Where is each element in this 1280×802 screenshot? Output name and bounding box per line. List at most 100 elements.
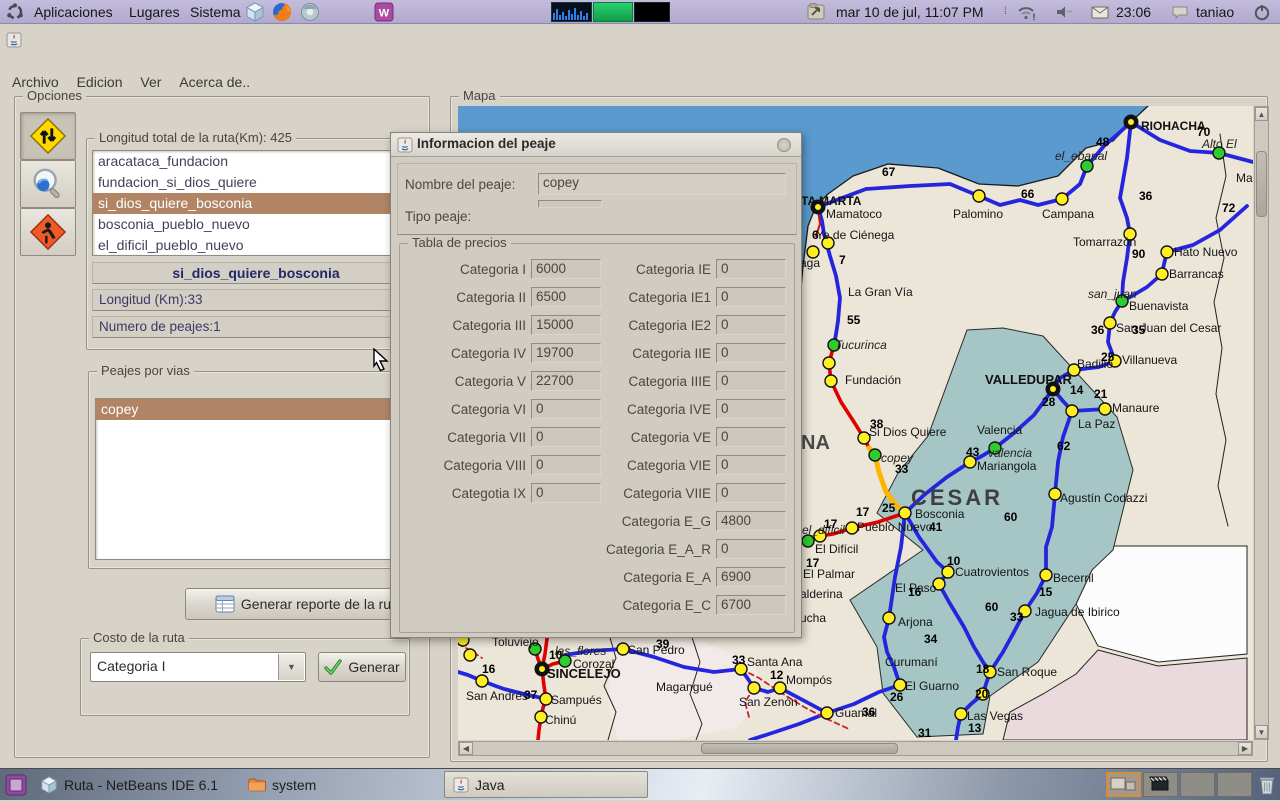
w-app-icon[interactable]: W	[374, 2, 394, 22]
trash-icon[interactable]	[1256, 773, 1278, 797]
taskbar-window-system[interactable]: system	[240, 771, 350, 798]
generate-report-button[interactable]: Generar reporte de la ru	[185, 588, 421, 620]
svg-text:14: 14	[1070, 383, 1084, 397]
scroll-left-button[interactable]: ◀	[459, 742, 473, 755]
route-segments-list[interactable]: aracataca_fundacion fundacion_si_dios_qu…	[92, 150, 420, 256]
package-cube-icon[interactable]	[245, 2, 265, 22]
menu-aplicaciones[interactable]: Aplicaciones	[30, 0, 117, 24]
mail-icon[interactable]	[1090, 2, 1110, 22]
workspace-3[interactable]	[1180, 772, 1215, 797]
price-row-label: Categoria IE1	[628, 290, 711, 305]
toll-tool-button[interactable]	[20, 208, 76, 256]
dialog-close-button[interactable]	[777, 138, 791, 152]
dialog-titlebar[interactable]: Informacion del peaje	[391, 133, 801, 157]
network-wifi-icon[interactable]: !	[1016, 2, 1036, 22]
price-row-label: Categoria I	[459, 262, 526, 277]
chat-bubble-icon[interactable]	[1170, 2, 1190, 22]
price-row-field[interactable]: 6900	[716, 567, 786, 587]
list-item-selected[interactable]: si_dios_quiere_bosconia	[93, 193, 419, 214]
menu-lugares[interactable]: Lugares	[125, 0, 184, 24]
price-row-label: Categoria IE	[635, 262, 711, 277]
show-desktop-button[interactable]	[5, 774, 27, 796]
vscroll-thumb[interactable]	[1256, 151, 1267, 217]
workspace-4[interactable]	[1217, 772, 1252, 797]
svg-text:Becerril: Becerril	[1053, 571, 1094, 585]
hscroll-thumb[interactable]	[701, 743, 898, 754]
price-row-field[interactable]: 0	[716, 343, 786, 363]
map-hscrollbar[interactable]: ◀ ▶	[458, 741, 1253, 756]
list-item[interactable]: bosconia_pueblo_nuevo	[93, 214, 419, 235]
toll-type-widget[interactable]	[538, 200, 602, 208]
distributor-logo-icon[interactable]	[5, 2, 25, 22]
price-row-field[interactable]: 0	[716, 427, 786, 447]
price-row-field[interactable]: 4800	[716, 511, 786, 531]
workspace-2[interactable]	[1143, 772, 1178, 797]
price-row-label: Categoria IVE	[626, 402, 711, 417]
svg-text:36: 36	[1091, 323, 1105, 337]
list-item[interactable]: aracataca_fundacion	[93, 151, 419, 172]
system-monitor-applet[interactable]	[551, 2, 592, 22]
search-tool-button[interactable]	[20, 160, 76, 208]
categoria-combobox[interactable]: Categoria I ▼	[90, 652, 306, 682]
price-row-field[interactable]: 0	[716, 483, 786, 503]
price-row-field[interactable]: 0	[716, 259, 786, 279]
svg-text:31: 31	[918, 726, 932, 740]
two-way-route-tool-button[interactable]	[20, 112, 76, 160]
clock-time[interactable]: 23:06	[1116, 0, 1151, 24]
browser-globe-icon[interactable]	[300, 2, 320, 22]
firefox-icon[interactable]	[272, 2, 292, 22]
combobox-dropdown-button[interactable]: ▼	[278, 654, 304, 680]
menu-sistema[interactable]: Sistema	[186, 0, 245, 24]
menu-ver[interactable]: Ver	[136, 71, 165, 93]
user-menu[interactable]: taniao	[1196, 0, 1234, 24]
green-monitor-applet[interactable]	[593, 2, 633, 22]
power-icon[interactable]	[1252, 2, 1272, 22]
svg-text:62: 62	[1057, 439, 1071, 453]
volume-muted-icon[interactable]	[1054, 2, 1074, 22]
list-item[interactable]: fundacion_si_dios_quiere	[93, 172, 419, 193]
svg-text:el_ebanal: el_ebanal	[1055, 149, 1107, 163]
generar-button-label: Generar	[348, 659, 400, 675]
workspace-1[interactable]	[1106, 772, 1141, 797]
price-table-group-label: Tabla de precios	[408, 235, 511, 250]
list-item[interactable]: el_dificil_pueblo_nuevo	[93, 235, 419, 255]
price-row-field[interactable]: 6700	[716, 595, 786, 615]
list-item-selected[interactable]: copey	[96, 399, 416, 420]
svg-text:Tomarrazón: Tomarrazón	[1073, 235, 1136, 249]
menu-acerca[interactable]: Acerca de..	[175, 71, 254, 93]
price-row-field[interactable]: 0	[716, 371, 786, 391]
price-row-field[interactable]: 0	[716, 287, 786, 307]
mouse-cursor	[372, 347, 392, 377]
taskbar-window-java[interactable]: Java	[444, 771, 648, 798]
price-row-label: Categoria VII	[447, 430, 526, 445]
svg-text:28: 28	[1042, 395, 1056, 409]
svg-text:48: 48	[1096, 135, 1110, 149]
svg-text:Curumaní: Curumaní	[885, 655, 938, 669]
map-vscrollbar[interactable]: ▲ ▼	[1254, 106, 1269, 740]
file-transfer-icon[interactable]	[806, 2, 826, 22]
svg-text:34: 34	[924, 632, 938, 646]
price-row-label: Categoria IIE	[632, 346, 711, 361]
svg-text:17: 17	[824, 517, 838, 531]
scroll-up-button[interactable]: ▲	[1255, 107, 1268, 121]
generar-button[interactable]: Generar	[318, 652, 406, 682]
svg-text:37: 37	[524, 688, 538, 702]
black-monitor-applet[interactable]	[634, 2, 670, 22]
scroll-right-button[interactable]: ▶	[1238, 742, 1252, 755]
taskbar-window-netbeans[interactable]: Ruta - NetBeans IDE 6.1	[32, 771, 232, 798]
price-row-field[interactable]: 0	[716, 399, 786, 419]
tolls-list[interactable]: copey	[95, 398, 417, 560]
scroll-down-button[interactable]: ▼	[1255, 725, 1268, 739]
price-row-field[interactable]: 0	[716, 539, 786, 559]
price-row-field[interactable]: 0	[716, 455, 786, 475]
svg-text:36: 36	[1139, 189, 1153, 203]
price-row-field[interactable]: 0	[716, 315, 786, 335]
svg-text:55: 55	[847, 313, 861, 327]
clock-date[interactable]: mar 10 de jul, 11:07 PM	[836, 0, 984, 24]
toll-name-field[interactable]: copey	[538, 173, 786, 195]
search-globe-icon	[33, 168, 60, 199]
categoria-combobox-value: Categoria I	[97, 658, 166, 674]
svg-text:25: 25	[1101, 350, 1115, 364]
svg-text:16: 16	[908, 585, 922, 599]
folder-icon	[248, 778, 266, 792]
